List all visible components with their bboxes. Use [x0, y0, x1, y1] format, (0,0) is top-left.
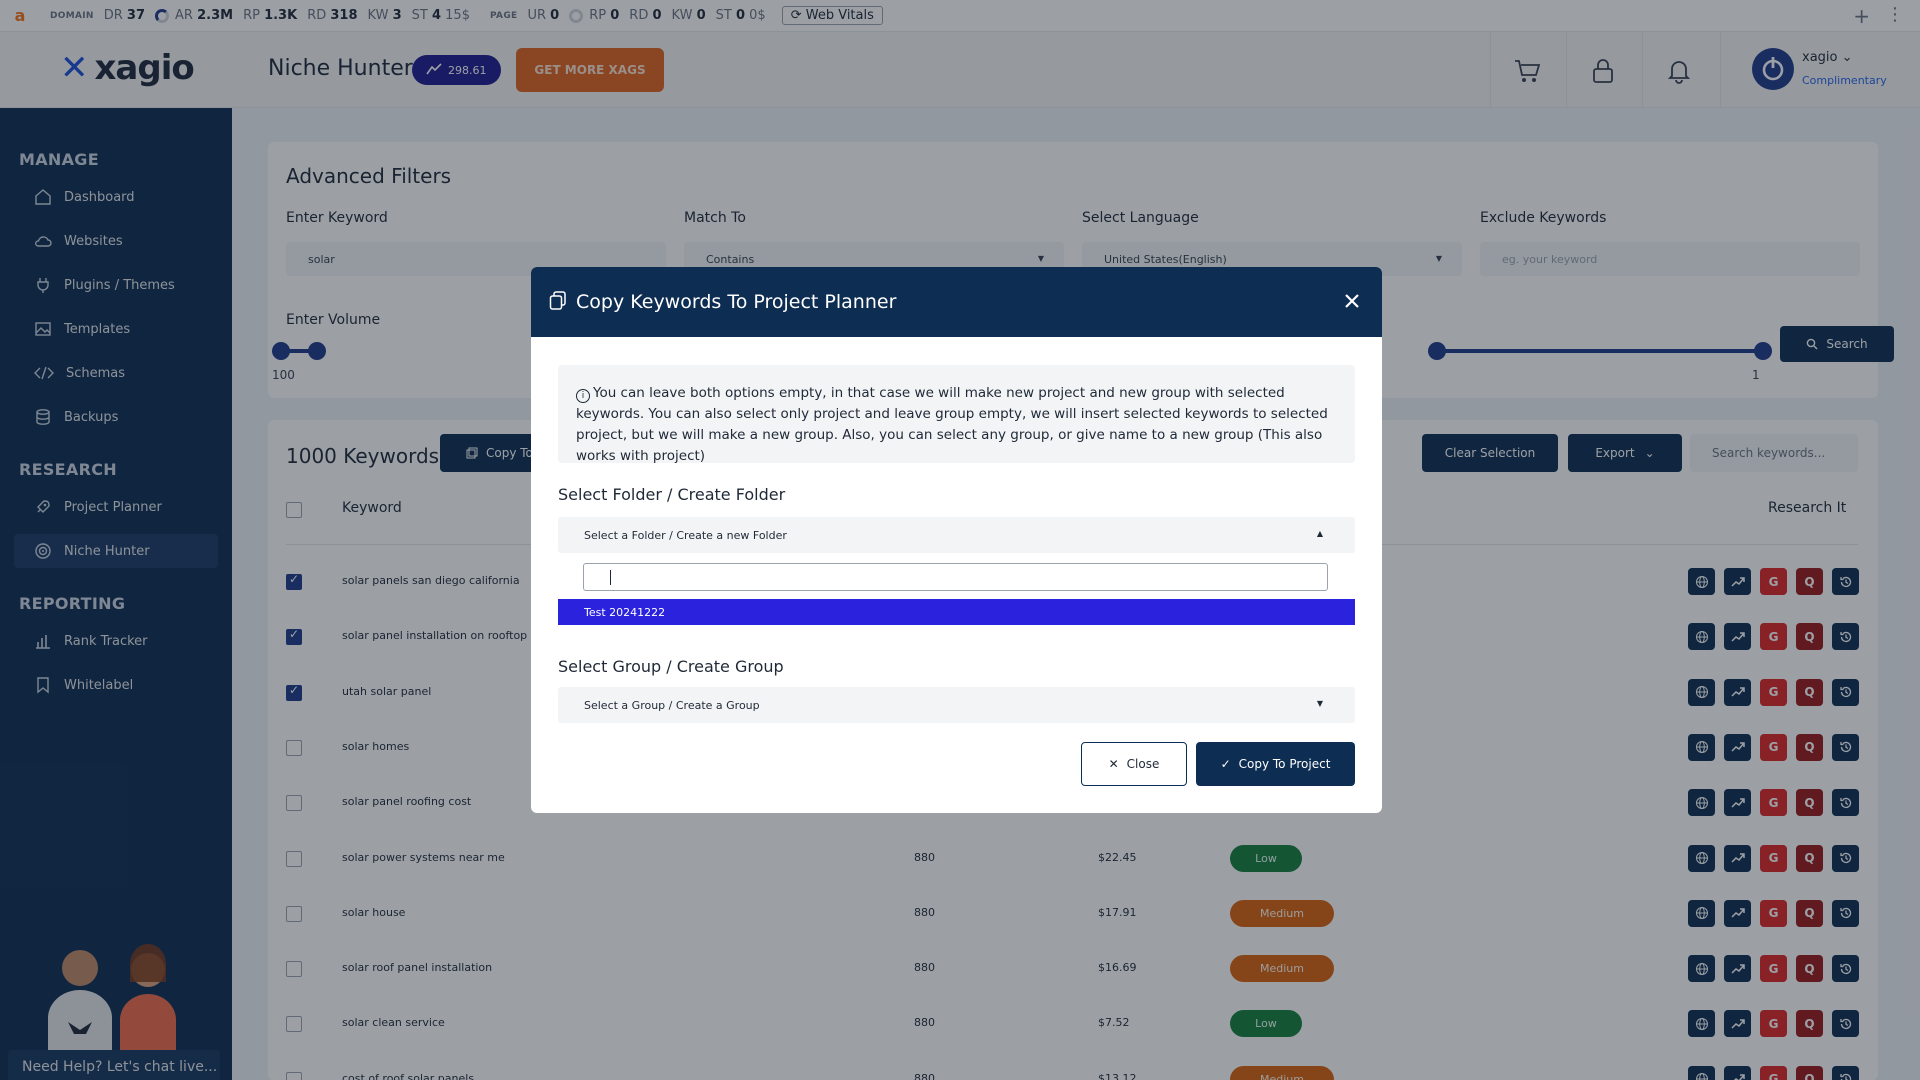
modal-header: Copy Keywords To Project Planner [531, 267, 1382, 337]
folder-dropdown-panel: Test 20241222 [558, 553, 1355, 643]
info-icon: i [576, 389, 590, 403]
info-text: You can leave both options empty, in tha… [576, 385, 1328, 464]
close-button[interactable]: ✕ Close [1081, 742, 1187, 786]
group-select-placeholder: Select a Group / Create a Group [584, 699, 760, 712]
copy-keywords-modal: Copy Keywords To Project Planner i You ca… [531, 267, 1382, 813]
group-section-label: Select Group / Create Group [558, 657, 784, 676]
check-icon: ✓ [1220, 757, 1231, 771]
folder-search-input[interactable] [583, 563, 1328, 591]
copy-to-project-label: Copy To Project [1238, 757, 1331, 771]
close-button-label: Close [1126, 757, 1160, 771]
copy-icon [549, 291, 566, 310]
text-cursor [610, 570, 611, 585]
modal-title: Copy Keywords To Project Planner [576, 291, 897, 313]
folder-select-placeholder: Select a Folder / Create a new Folder [584, 529, 787, 542]
folder-select[interactable]: Select a Folder / Create a new Folder ▲ [558, 517, 1355, 553]
close-icon: ✕ [1108, 757, 1119, 771]
info-message: i You can leave both options empty, in th… [558, 365, 1355, 464]
group-select[interactable]: Select a Group / Create a Group ▼ [558, 687, 1355, 723]
copy-to-project-button[interactable]: ✓ Copy To Project [1196, 742, 1355, 786]
close-icon[interactable] [1340, 289, 1364, 313]
folder-option[interactable]: Test 20241222 [558, 599, 1355, 625]
caret-up-icon: ▲ [1316, 529, 1323, 538]
folder-section-label: Select Folder / Create Folder [558, 485, 786, 504]
caret-down-icon: ▼ [1316, 699, 1323, 708]
